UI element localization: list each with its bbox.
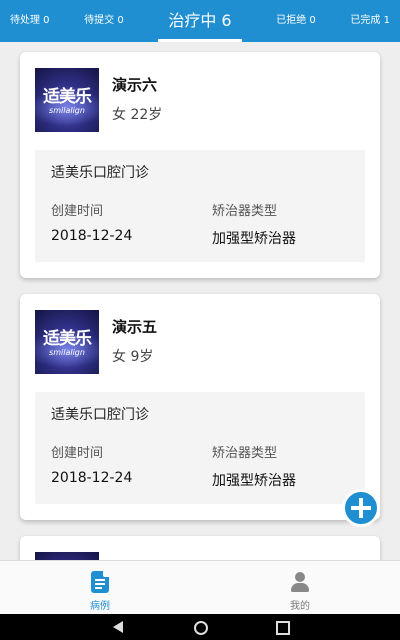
tab-completed[interactable]: 已完成 1 [350, 0, 390, 42]
appliance-type-label: 矫治器类型 [212, 446, 278, 461]
case-info-panel: 适美乐口腔门诊 创建时间 矫治器类型 2018-12-24 加强型矫治器 [35, 392, 365, 504]
logo-cn-text: 适美乐 [43, 87, 92, 107]
nav-mine[interactable]: 我的 [200, 561, 400, 615]
case-card[interactable]: 适美乐 smilalign 演示六 女 22岁 适美乐口腔门诊 创建时间 矫治器… [20, 52, 380, 278]
nav-mine-label: 我的 [290, 601, 310, 612]
appliance-type-label: 矫治器类型 [212, 204, 278, 219]
created-time-value: 2018-12-24 [51, 228, 133, 244]
clinic-name: 适美乐口腔门诊 [51, 407, 149, 423]
tab-rejected[interactable]: 已拒绝 0 [276, 0, 316, 42]
home-icon[interactable] [194, 621, 208, 635]
clinic-name: 适美乐口腔门诊 [51, 165, 149, 181]
patient-name: 演示六 [112, 76, 158, 94]
patient-name: 演示五 [112, 318, 158, 336]
smilalign-logo: 适美乐 smilalign [35, 310, 99, 374]
case-list[interactable]: 适美乐 smilalign 演示六 女 22岁 适美乐口腔门诊 创建时间 矫治器… [0, 42, 400, 560]
logo-en-text: smilalign [49, 106, 85, 115]
add-case-button[interactable] [342, 489, 380, 527]
patient-gender-age: 女 22岁 [112, 107, 163, 123]
recent-apps-icon[interactable] [276, 621, 290, 635]
appliance-type-value: 加强型矫治器 [212, 231, 296, 247]
tab-in-treatment-label: 治疗中 6 [168, 11, 232, 30]
status-tab-bar: 待处理 0 待提交 0 治疗中 6 已拒绝 0 已完成 1 [0, 0, 400, 42]
created-time-label: 创建时间 [51, 446, 104, 461]
bottom-navigation: 病例 我的 [0, 560, 400, 615]
case-card-partial[interactable] [20, 536, 380, 560]
document-icon [91, 571, 109, 593]
tab-in-treatment[interactable]: 治疗中 6 [158, 0, 242, 42]
patient-gender-age: 女 9岁 [112, 349, 154, 365]
created-time-label: 创建时间 [51, 204, 104, 219]
smilalign-logo [35, 552, 99, 560]
tab-pending[interactable]: 待处理 0 [10, 0, 50, 42]
system-navigation-bar [0, 614, 400, 640]
appliance-type-value: 加强型矫治器 [212, 473, 296, 489]
nav-cases-label: 病例 [90, 601, 110, 612]
user-icon [290, 571, 310, 593]
created-time-value: 2018-12-24 [51, 470, 133, 486]
case-info-panel: 适美乐口腔门诊 创建时间 矫治器类型 2018-12-24 加强型矫治器 [35, 150, 365, 262]
tab-to-submit[interactable]: 待提交 0 [84, 0, 124, 42]
logo-en-text: smilalign [49, 348, 85, 357]
smilalign-logo: 适美乐 smilalign [35, 68, 99, 132]
logo-cn-text: 适美乐 [43, 329, 92, 349]
back-icon[interactable] [113, 621, 123, 633]
case-card[interactable]: 适美乐 smilalign 演示五 女 9岁 适美乐口腔门诊 创建时间 矫治器类… [20, 294, 380, 520]
nav-cases[interactable]: 病例 [0, 561, 200, 615]
